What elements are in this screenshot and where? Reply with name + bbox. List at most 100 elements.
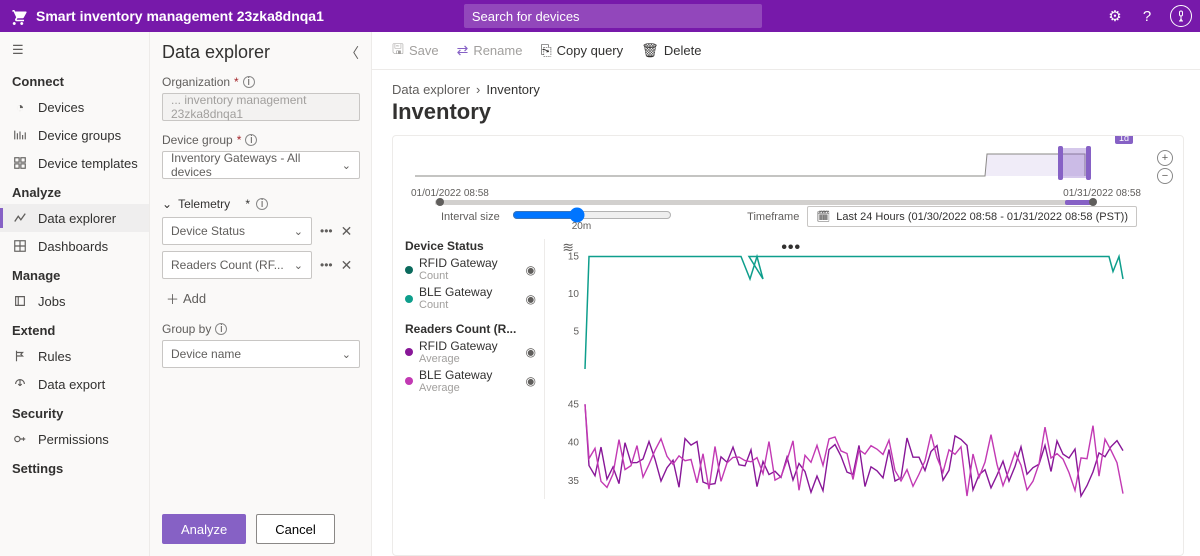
eye-icon[interactable]: ◉ [526, 292, 536, 306]
groups-icon [12, 127, 28, 143]
data-explorer-panel: Data explorer 〈 Organization*i ... inven… [150, 32, 372, 556]
copy-query-button[interactable]: ⎘Copy query [540, 42, 623, 59]
nav-dashboards[interactable]: Dashboards [0, 232, 149, 260]
nav-section-extend: Extend [0, 315, 149, 342]
remove-icon[interactable]: ✕ [341, 223, 353, 240]
svg-text:40: 40 [568, 438, 580, 449]
zoom-in-icon[interactable]: + [1157, 150, 1173, 166]
chevron-down-icon: ⌄ [162, 197, 172, 211]
telemetry-select-1[interactable]: Readers Count (RF...⌄ [162, 251, 312, 279]
remove-icon[interactable]: ✕ [341, 257, 353, 274]
organization-select[interactable]: ... inventory management 23zka8dnqa1 [162, 93, 360, 121]
cart-icon [8, 6, 28, 26]
add-telemetry[interactable]: ＋Add [162, 289, 359, 308]
svg-text:5: 5 [573, 327, 579, 338]
nav-data-explorer[interactable]: Data explorer [0, 204, 149, 232]
rename-icon: ⇄ [457, 42, 469, 59]
nav-rules[interactable]: Rules [0, 342, 149, 370]
page-title: Inventory [392, 99, 1184, 125]
nav-section-security: Security [0, 398, 149, 425]
info-icon[interactable]: i [243, 76, 255, 88]
telemetry-header[interactable]: ⌄Telemetry *i [162, 197, 359, 211]
rules-icon [12, 348, 28, 364]
chart-plot[interactable]: 5 10 15 35 40 45 [545, 239, 1171, 499]
legend-title-2: Readers Count (R... [405, 322, 536, 336]
copy-icon: ⎘ [540, 42, 551, 59]
avatar[interactable] [1170, 5, 1192, 27]
panel-title: Data explorer [162, 42, 270, 63]
legend-item[interactable]: RFID GatewayCount◉ [405, 257, 536, 282]
device-group-select[interactable]: Inventory Gateways - All devices⌄ [162, 151, 360, 179]
eye-icon[interactable]: ◉ [526, 345, 536, 359]
nav-devices[interactable]: ◔Devices [0, 93, 149, 121]
main-content: 🖫Save ⇄Rename ⎘Copy query 🗑Delete Data e… [372, 32, 1200, 556]
command-bar: 🖫Save ⇄Rename ⎘Copy query 🗑Delete [372, 32, 1200, 70]
hamburger-icon[interactable]: ☰ [0, 38, 149, 66]
rename-button[interactable]: ⇄Rename [457, 42, 523, 59]
app-header: Smart inventory management 23zka8dnqa1 S… [0, 0, 1200, 32]
svg-text:10: 10 [568, 289, 580, 300]
legend-item[interactable]: BLE GatewayAverage◉ [405, 369, 536, 394]
svg-text:35: 35 [568, 476, 580, 487]
zoom-out-icon[interactable]: − [1157, 168, 1173, 184]
gear-icon[interactable]: ⚙ [1106, 7, 1124, 25]
group-by-select[interactable]: Device name⌄ [162, 340, 360, 368]
cancel-button[interactable]: Cancel [256, 514, 334, 544]
info-icon[interactable]: i [215, 323, 227, 335]
templates-icon [12, 155, 28, 171]
timeline[interactable]: 1d 01/01/2022 08:58 01/31/2022 08:58 [405, 146, 1171, 202]
chevron-down-icon: ⌄ [294, 225, 303, 238]
eye-icon[interactable]: ◉ [526, 374, 536, 388]
jobs-icon [12, 293, 28, 309]
save-icon: 🖫 [392, 39, 404, 63]
svg-text:45: 45 [568, 399, 580, 410]
chevron-down-icon: ⌄ [342, 348, 351, 361]
nav-section-connect: Connect [0, 66, 149, 93]
nav-permissions[interactable]: Permissions [0, 425, 149, 453]
info-icon[interactable]: i [256, 198, 268, 210]
more-icon[interactable]: ••• [318, 258, 335, 272]
plus-icon: ＋ [166, 289, 179, 308]
search-input[interactable]: Search for devices [464, 4, 762, 28]
chevron-down-icon: ⌄ [294, 259, 303, 272]
group-by-label: Group byi [162, 322, 359, 336]
breadcrumb: Data explorer › Inventory [392, 82, 1184, 97]
timeframe-label: Timeframe [747, 211, 799, 223]
dashboards-icon [12, 238, 28, 254]
permissions-icon [12, 431, 28, 447]
legend-item[interactable]: RFID GatewayAverage◉ [405, 340, 536, 365]
nav-data-export[interactable]: Data export [0, 370, 149, 398]
interval-slider[interactable]: 20m [512, 207, 672, 226]
search-placeholder: Search for devices [472, 9, 580, 24]
nav-jobs[interactable]: Jobs [0, 287, 149, 315]
nav-device-groups[interactable]: Device groups [0, 121, 149, 149]
breadcrumb-current: Inventory [486, 82, 539, 97]
interval-label: Interval size [441, 211, 500, 223]
save-button[interactable]: 🖫Save [392, 39, 439, 63]
nav-device-templates[interactable]: Device templates [0, 149, 149, 177]
more-icon[interactable]: ••• [318, 224, 335, 238]
chevron-down-icon: ⌄ [342, 159, 351, 172]
interval-value: 20m [572, 221, 591, 232]
legend-item[interactable]: BLE GatewayCount◉ [405, 286, 536, 311]
telemetry-select-0[interactable]: Device Status⌄ [162, 217, 312, 245]
eye-icon[interactable]: ◉ [526, 263, 536, 277]
svg-text:15: 15 [568, 252, 580, 263]
breadcrumb-root[interactable]: Data explorer [392, 82, 470, 97]
collapse-icon[interactable]: 〈 [345, 43, 359, 63]
info-icon[interactable]: i [245, 134, 257, 146]
chart-panel: 1d 01/01/2022 08:58 01/31/2022 08:58 [392, 135, 1184, 556]
analyze-button[interactable]: Analyze [162, 514, 246, 544]
help-icon[interactable]: ? [1138, 7, 1156, 25]
app-title: Smart inventory management 23zka8dnqa1 [36, 8, 324, 24]
export-icon [12, 376, 28, 392]
devices-icon: ◔ [12, 99, 28, 115]
nav-section-analyze: Analyze [0, 177, 149, 204]
left-nav: ☰ Connect ◔Devices Device groups Device … [0, 32, 150, 556]
delete-button[interactable]: 🗑Delete [641, 42, 701, 59]
explorer-icon [12, 210, 28, 226]
legend-title-1: Device Status [405, 239, 536, 253]
chart-legend: ≋ ••• Device Status RFID GatewayCount◉ B… [405, 239, 545, 499]
calendar-icon: 🗓 [816, 210, 830, 223]
nav-section-settings: Settings [0, 453, 149, 480]
